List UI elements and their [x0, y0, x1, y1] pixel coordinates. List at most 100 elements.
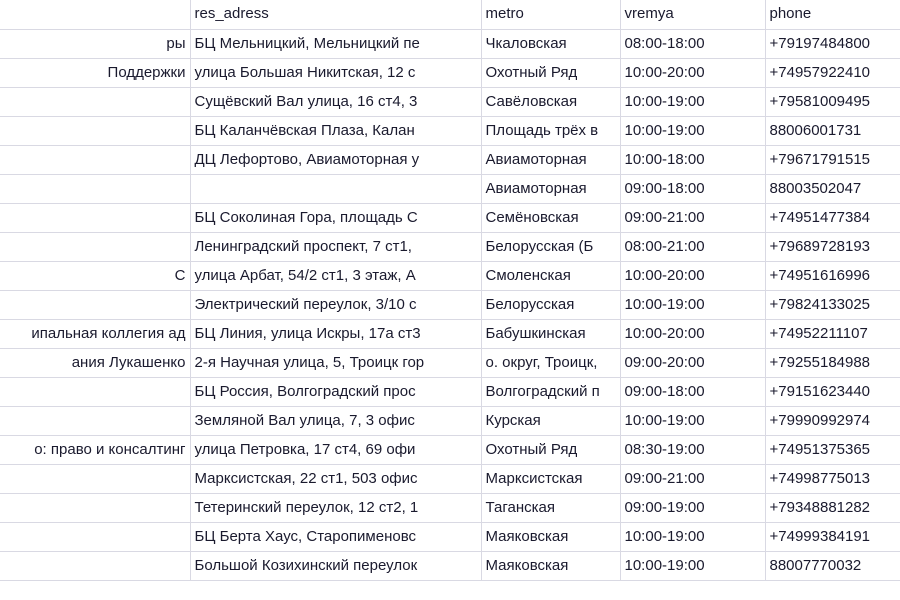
- cell-name[interactable]: ания Лукашенко: [0, 348, 191, 378]
- cell-phone[interactable]: +79255184988: [765, 348, 900, 378]
- cell-metro[interactable]: Таганская: [481, 493, 621, 523]
- cell-phone[interactable]: 88003502047: [765, 174, 900, 204]
- cell-name[interactable]: [0, 232, 191, 262]
- cell-address[interactable]: БЦ Соколиная Гора, площадь С: [190, 203, 482, 233]
- cell-address[interactable]: БЦ Россия, Волгоградский прос: [190, 377, 482, 407]
- cell-phone[interactable]: +74951477384: [765, 203, 900, 233]
- cell-phone[interactable]: +79151623440: [765, 377, 900, 407]
- cell-address[interactable]: Электрический переулок, 3/10 с: [190, 290, 482, 320]
- cell-name[interactable]: [0, 522, 191, 552]
- column-header-phone[interactable]: phone: [765, 0, 900, 30]
- cell-address[interactable]: улица Петровка, 17 ст4, 69 офи: [190, 435, 482, 465]
- cell-name[interactable]: С: [0, 261, 191, 291]
- cell-phone[interactable]: +79348881282: [765, 493, 900, 523]
- cell-metro[interactable]: Охотный Ряд: [481, 58, 621, 88]
- cell-address[interactable]: БЦ Берта Хаус, Старопименовс: [190, 522, 482, 552]
- cell-phone[interactable]: +74951616996: [765, 261, 900, 291]
- cell-vremya[interactable]: 10:00-19:00: [620, 87, 766, 117]
- cell-metro[interactable]: Семёновская: [481, 203, 621, 233]
- cell-phone[interactable]: 88007770032: [765, 551, 900, 581]
- cell-name[interactable]: [0, 203, 191, 233]
- cell-phone[interactable]: +79689728193: [765, 232, 900, 262]
- cell-vremya[interactable]: 10:00-19:00: [620, 116, 766, 146]
- cell-phone[interactable]: +79581009495: [765, 87, 900, 117]
- cell-address[interactable]: БЦ Мельницкий, Мельницкий пе: [190, 29, 482, 59]
- cell-metro[interactable]: Авиамоторная: [481, 145, 621, 175]
- cell-metro[interactable]: Волгоградский п: [481, 377, 621, 407]
- cell-metro[interactable]: Курская: [481, 406, 621, 436]
- cell-phone[interactable]: 88006001731: [765, 116, 900, 146]
- cell-vremya[interactable]: 09:00-21:00: [620, 203, 766, 233]
- cell-vremya[interactable]: 10:00-19:00: [620, 522, 766, 552]
- cell-vremya[interactable]: 08:00-21:00: [620, 232, 766, 262]
- cell-vremya[interactable]: 09:00-19:00: [620, 493, 766, 523]
- cell-vremya[interactable]: 10:00-20:00: [620, 58, 766, 88]
- cell-metro[interactable]: Белорусская: [481, 290, 621, 320]
- cell-name[interactable]: о: право и консалтинг: [0, 435, 191, 465]
- cell-name[interactable]: [0, 116, 191, 146]
- cell-vremya[interactable]: 08:30-19:00: [620, 435, 766, 465]
- cell-name[interactable]: [0, 87, 191, 117]
- cell-metro[interactable]: Марксистская: [481, 464, 621, 494]
- column-header-name[interactable]: [0, 0, 191, 30]
- cell-metro[interactable]: Белорусская (Б: [481, 232, 621, 262]
- cell-vremya[interactable]: 10:00-18:00: [620, 145, 766, 175]
- cell-address[interactable]: Большой Козихинский переулок: [190, 551, 482, 581]
- cell-name[interactable]: ипальная коллегия ад: [0, 319, 191, 349]
- cell-metro[interactable]: Маяковская: [481, 522, 621, 552]
- column-header-metro[interactable]: metro: [481, 0, 621, 30]
- cell-metro[interactable]: Бабушкинская: [481, 319, 621, 349]
- cell-address[interactable]: БЦ Каланчёвская Плаза, Калан: [190, 116, 482, 146]
- cell-phone[interactable]: +79671791515: [765, 145, 900, 175]
- cell-vremya[interactable]: 10:00-19:00: [620, 290, 766, 320]
- cell-name[interactable]: [0, 377, 191, 407]
- cell-name[interactable]: [0, 145, 191, 175]
- cell-vremya[interactable]: 08:00-18:00: [620, 29, 766, 59]
- cell-metro[interactable]: Маяковская: [481, 551, 621, 581]
- cell-vremya[interactable]: 09:00-18:00: [620, 377, 766, 407]
- cell-address[interactable]: Ленинградский проспект, 7 ст1,: [190, 232, 482, 262]
- cell-vremya[interactable]: 10:00-19:00: [620, 551, 766, 581]
- column-header-address[interactable]: res_adress: [190, 0, 482, 30]
- cell-metro[interactable]: о. округ, Троицк,: [481, 348, 621, 378]
- cell-phone[interactable]: +74951375365: [765, 435, 900, 465]
- cell-address[interactable]: 2-я Научная улица, 5, Троицк гор: [190, 348, 482, 378]
- cell-phone[interactable]: +74999384191: [765, 522, 900, 552]
- cell-name[interactable]: [0, 406, 191, 436]
- cell-phone[interactable]: +79197484800: [765, 29, 900, 59]
- cell-address[interactable]: Марксистская, 22 ст1, 503 офис: [190, 464, 482, 494]
- cell-address[interactable]: [190, 174, 482, 204]
- cell-name[interactable]: ры: [0, 29, 191, 59]
- cell-phone[interactable]: +79990992974: [765, 406, 900, 436]
- column-header-vremya[interactable]: vremya: [620, 0, 766, 30]
- cell-address[interactable]: Земляной Вал улица, 7, 3 офис: [190, 406, 482, 436]
- cell-metro[interactable]: Площадь трёх в: [481, 116, 621, 146]
- cell-address[interactable]: улица Большая Никитская, 12 с: [190, 58, 482, 88]
- cell-metro[interactable]: Охотный Ряд: [481, 435, 621, 465]
- cell-address[interactable]: ДЦ Лефортово, Авиамоторная у: [190, 145, 482, 175]
- cell-vremya[interactable]: 10:00-19:00: [620, 406, 766, 436]
- cell-phone[interactable]: +79824133025: [765, 290, 900, 320]
- cell-address[interactable]: Тетеринский переулок, 12 ст2, 1: [190, 493, 482, 523]
- cell-phone[interactable]: +74952211107: [765, 319, 900, 349]
- cell-name[interactable]: [0, 493, 191, 523]
- cell-vremya[interactable]: 09:00-21:00: [620, 464, 766, 494]
- cell-vremya[interactable]: 10:00-20:00: [620, 319, 766, 349]
- cell-phone[interactable]: +74957922410: [765, 58, 900, 88]
- cell-vremya[interactable]: 09:00-18:00: [620, 174, 766, 204]
- cell-metro[interactable]: Авиамоторная: [481, 174, 621, 204]
- cell-phone[interactable]: +74998775013: [765, 464, 900, 494]
- cell-vremya[interactable]: 09:00-20:00: [620, 348, 766, 378]
- cell-address[interactable]: улица Арбат, 54/2 ст1, 3 этаж, А: [190, 261, 482, 291]
- cell-metro[interactable]: Савёловская: [481, 87, 621, 117]
- cell-metro[interactable]: Смоленская: [481, 261, 621, 291]
- cell-name[interactable]: [0, 551, 191, 581]
- cell-metro[interactable]: Чкаловская: [481, 29, 621, 59]
- cell-name[interactable]: [0, 174, 191, 204]
- cell-name[interactable]: Поддержки: [0, 58, 191, 88]
- cell-address[interactable]: Сущёвский Вал улица, 16 ст4, 3: [190, 87, 482, 117]
- cell-name[interactable]: [0, 464, 191, 494]
- cell-address[interactable]: БЦ Линия, улица Искры, 17а ст3: [190, 319, 482, 349]
- cell-name[interactable]: [0, 290, 191, 320]
- cell-vremya[interactable]: 10:00-20:00: [620, 261, 766, 291]
